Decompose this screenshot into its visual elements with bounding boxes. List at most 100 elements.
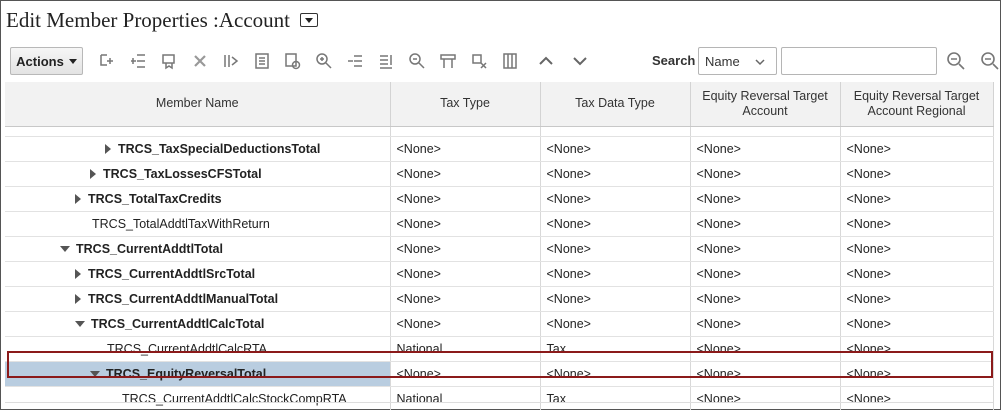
move-icon[interactable] — [221, 51, 241, 71]
member-name-cell[interactable]: TRCS_TaxLossesCFSTotal — [5, 161, 391, 187]
search-field-select[interactable]: Name — [698, 47, 777, 75]
tax-type-cell[interactable]: <None> — [390, 136, 541, 162]
indent-icon[interactable] — [345, 51, 365, 71]
member-name-cell[interactable]: TRCS_CurrentAddtlCalcTotal — [5, 311, 391, 337]
refresh-icon[interactable] — [283, 51, 303, 71]
tax-type-cell[interactable]: National — [390, 386, 541, 410]
equity-reversal-target-account-cell[interactable]: <None> — [690, 211, 841, 237]
table-row[interactable]: TRCS_TaxSpecialDeductionsTotal <None> <Non… — [5, 136, 994, 162]
tax-type-cell[interactable]: National — [390, 336, 541, 362]
table-row[interactable]: TRCS_EquityReversalTotal <None> <None> <Non… — [5, 361, 994, 387]
tax-type-cell[interactable]: <None> — [390, 261, 541, 287]
tax-data-type-cell[interactable]: Tax — [540, 336, 691, 362]
tax-data-type-cell[interactable]: <None> — [540, 236, 691, 262]
expand-arrow-icon[interactable] — [60, 245, 70, 252]
title-dropdown-button[interactable] — [300, 13, 319, 27]
tax-data-type-cell[interactable]: <None> — [540, 211, 691, 237]
equity-reversal-target-account-cell[interactable]: <None> — [690, 336, 841, 362]
member-name-cell[interactable]: TRCS_CurrentAddtlCalcStockCompRTA — [5, 386, 391, 410]
column-header-tax-data-type[interactable]: Tax Data Type — [540, 82, 691, 127]
table-row[interactable]: TRCS_CurrentAddtlCalcRTA National Tax <None… — [5, 336, 994, 362]
zoom-in-icon[interactable] — [314, 51, 334, 71]
move-up-icon[interactable] — [536, 51, 556, 71]
equity-reversal-target-account-cell[interactable]: <None> — [690, 136, 841, 162]
remove-icon[interactable] — [469, 51, 489, 71]
equity-reversal-target-account-regional-cell[interactable]: <None> — [840, 211, 994, 237]
outdent-icon[interactable] — [376, 51, 396, 71]
table-row[interactable]: TRCS_CurrentAddtlCalcTotal <None> <None> <N… — [5, 311, 994, 337]
equity-reversal-target-account-regional-cell[interactable]: <None> — [840, 361, 994, 387]
member-name-cell[interactable]: TRCS_TotalTaxCredits — [5, 186, 391, 212]
collapse-arrow-icon[interactable] — [75, 293, 81, 304]
table-row[interactable]: TRCS_TotalAddtlTaxWithReturn <None> <None>… — [5, 211, 994, 237]
column-header-equity-reversal-target-account[interactable]: Equity Reversal Target Account — [690, 82, 841, 127]
member-name-cell[interactable]: TRCS_TaxSpecialDeductionsTotal — [5, 136, 391, 162]
equity-reversal-target-account-regional-cell[interactable]: <None> — [840, 386, 994, 410]
equity-reversal-target-account-regional-cell[interactable]: <None> — [840, 261, 994, 287]
member-name-cell[interactable]: TRCS_CurrentAddtlCalcRTA — [5, 336, 391, 362]
edit-member-icon[interactable] — [159, 51, 179, 71]
tax-type-cell[interactable]: <None> — [390, 311, 541, 337]
member-name-cell[interactable]: TRCS_CurrentAddtlManualTotal — [5, 286, 391, 312]
tax-data-type-cell[interactable]: <None> — [540, 161, 691, 187]
tax-data-type-cell[interactable]: <None> — [540, 261, 691, 287]
tax-type-cell[interactable]: <None> — [390, 361, 541, 387]
collapse-arrow-icon[interactable] — [75, 193, 81, 204]
equity-reversal-target-account-cell[interactable]: <None> — [690, 286, 841, 312]
assign-icon[interactable] — [438, 51, 458, 71]
tax-data-type-cell[interactable]: <None> — [540, 311, 691, 337]
table-row[interactable]: TRCS_CurrentAddtlCalcStockCompRTA Nationa… — [5, 386, 994, 410]
tax-data-type-cell[interactable]: Tax — [540, 386, 691, 410]
tax-data-type-cell[interactable]: <None> — [540, 286, 691, 312]
member-name-cell[interactable]: TRCS_CurrentAddtlTotal — [5, 236, 391, 262]
member-name-cell[interactable]: TRCS_TotalAddtlTaxWithReturn — [5, 211, 391, 237]
delete-icon[interactable] — [190, 51, 210, 71]
tax-type-cell[interactable]: <None> — [390, 286, 541, 312]
zoom-out-icon[interactable] — [407, 51, 427, 71]
tax-type-cell[interactable]: <None> — [390, 211, 541, 237]
equity-reversal-target-account-regional-cell[interactable]: <None> — [840, 136, 994, 162]
equity-reversal-target-account-cell[interactable]: <None> — [690, 311, 841, 337]
search-next-icon[interactable] — [946, 51, 966, 71]
equity-reversal-target-account-regional-cell[interactable]: <None> — [840, 236, 994, 262]
search-previous-icon[interactable] — [980, 51, 1000, 71]
equity-reversal-target-account-cell[interactable]: <None> — [690, 161, 841, 187]
table-row[interactable]: TRCS_CurrentAddtlSrcTotal <None> <None> <No… — [5, 261, 994, 287]
equity-reversal-target-account-cell[interactable]: <None> — [690, 361, 841, 387]
tax-data-type-cell[interactable]: <None> — [540, 361, 691, 387]
table-row[interactable]: TRCS_TaxLossesCFSTotal <None> <None> <None>… — [5, 161, 994, 187]
tax-type-cell[interactable]: <None> — [390, 161, 541, 187]
equity-reversal-target-account-regional-cell[interactable]: <None> — [840, 186, 994, 212]
add-sibling-icon[interactable] — [128, 51, 148, 71]
move-down-icon[interactable] — [570, 51, 590, 71]
equity-reversal-target-account-cell[interactable]: <None> — [690, 261, 841, 287]
table-row[interactable]: TRCS_CurrentAddtlManualTotal <None> <None>… — [5, 286, 994, 312]
table-row[interactable]: TRCS_CurrentAddtlTotal <None> <None> <None>… — [5, 236, 994, 262]
equity-reversal-target-account-cell[interactable]: <None> — [690, 186, 841, 212]
expand-arrow-icon[interactable] — [90, 370, 100, 377]
equity-reversal-target-account-regional-cell[interactable]: <None> — [840, 311, 994, 337]
column-header-equity-reversal-target-account-regional[interactable]: Equity Reversal Target Account Regional — [840, 82, 994, 127]
collapse-arrow-icon[interactable] — [75, 268, 81, 279]
collapse-arrow-icon[interactable] — [105, 143, 111, 154]
tax-data-type-cell[interactable]: <None> — [540, 136, 691, 162]
equity-reversal-target-account-regional-cell[interactable]: <None> — [840, 286, 994, 312]
horizontal-scrollbar[interactable] — [5, 402, 993, 403]
table-row[interactable]: TRCS_TotalTaxCredits <None> <None> <None> <N… — [5, 186, 994, 212]
grid-icon[interactable] — [500, 51, 520, 71]
expand-arrow-icon[interactable] — [75, 320, 85, 327]
collapse-arrow-icon[interactable] — [90, 168, 96, 179]
actions-menu-button[interactable]: Actions — [10, 47, 83, 75]
column-header-member-name[interactable]: Member Name — [5, 82, 391, 127]
tax-type-cell[interactable]: <None> — [390, 236, 541, 262]
column-header-tax-type[interactable]: Tax Type — [390, 82, 541, 127]
tax-type-cell[interactable]: <None> — [390, 186, 541, 212]
add-child-icon[interactable] — [97, 51, 117, 71]
member-name-cell[interactable]: TRCS_EquityReversalTotal — [5, 361, 391, 387]
tax-data-type-cell[interactable]: <None> — [540, 186, 691, 212]
equity-reversal-target-account-cell[interactable]: <None> — [690, 236, 841, 262]
equity-reversal-target-account-regional-cell[interactable]: <None> — [840, 161, 994, 187]
shared-member-icon[interactable] — [252, 51, 272, 71]
search-input[interactable] — [781, 47, 937, 75]
equity-reversal-target-account-regional-cell[interactable]: <None> — [840, 336, 994, 362]
